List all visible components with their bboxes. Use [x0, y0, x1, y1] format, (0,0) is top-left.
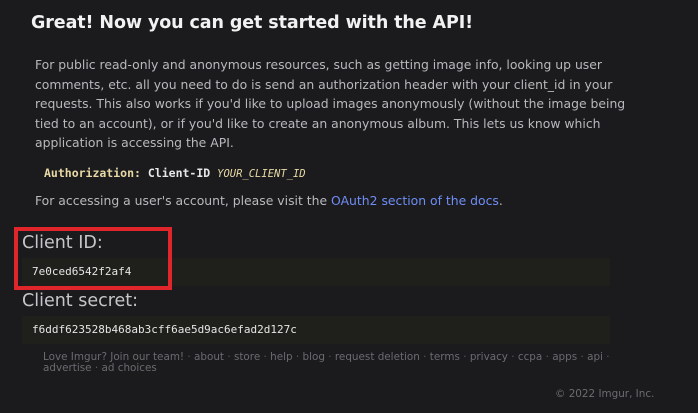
footer-link-advertise[interactable]: advertise	[43, 362, 92, 374]
intro-paragraph: For public read-only and anonymous resou…	[35, 57, 626, 150]
footer-link-help[interactable]: help	[270, 351, 292, 363]
footer-link-blog[interactable]: blog	[303, 351, 325, 363]
footer-separator: ·	[184, 351, 195, 363]
footer-link-apps[interactable]: apps	[552, 351, 577, 363]
oauth-docs-link[interactable]: OAuth2 section of the docs	[331, 193, 499, 208]
footer-separator: ·	[419, 351, 430, 363]
footer-link-about[interactable]: about	[194, 351, 224, 363]
authorization-header-example: Authorization: Client-ID YOUR_CLIENT_ID	[44, 166, 306, 180]
footer-links: Love Imgur? Join our team! · about · sto…	[43, 352, 655, 374]
footer-separator: ·	[224, 351, 234, 363]
client-secret-value[interactable]: f6ddf623528b468ab3cff6ae5d9ac6efad2d127c	[22, 316, 610, 344]
footer-separator: ·	[542, 351, 553, 363]
client-id-label: Client ID:	[22, 233, 103, 253]
footer-separator: ·	[602, 351, 610, 363]
footer-separator: ·	[324, 351, 335, 363]
footer-link-api[interactable]: api	[587, 351, 603, 363]
oauth-note-suffix: .	[498, 193, 503, 208]
oauth-note: For accessing a user's account, please v…	[35, 193, 503, 208]
footer-link-terms[interactable]: terms	[430, 351, 460, 363]
copyright: © 2022 Imgur, Inc.	[555, 388, 655, 400]
auth-header-key: Authorization:	[44, 166, 141, 180]
footer-link-request-deletion[interactable]: request deletion	[335, 351, 420, 363]
footer-separator: ·	[459, 351, 470, 363]
footer-link-privacy[interactable]: privacy	[470, 351, 508, 363]
auth-header-placeholder: YOUR_CLIENT_ID	[217, 168, 306, 180]
client-id-value[interactable]: 7e0ced6542f2af4	[22, 258, 610, 286]
client-secret-label: Client secret:	[22, 291, 139, 311]
oauth-note-prefix: For accessing a user's account, please v…	[35, 193, 332, 208]
auth-header-value: Client-ID	[147, 166, 211, 180]
footer-separator: ·	[260, 351, 271, 363]
footer-separator: ·	[577, 351, 588, 363]
footer-separator: ·	[292, 351, 303, 363]
footer-separator: ·	[507, 351, 518, 363]
footer-link-ccpa[interactable]: ccpa	[518, 351, 542, 363]
footer-separator: ·	[91, 362, 102, 374]
footer-link-store[interactable]: store	[234, 351, 260, 363]
footer-link-ad-choices[interactable]: ad choices	[101, 362, 156, 374]
page-heading: Great! Now you can get started with the …	[31, 13, 474, 33]
